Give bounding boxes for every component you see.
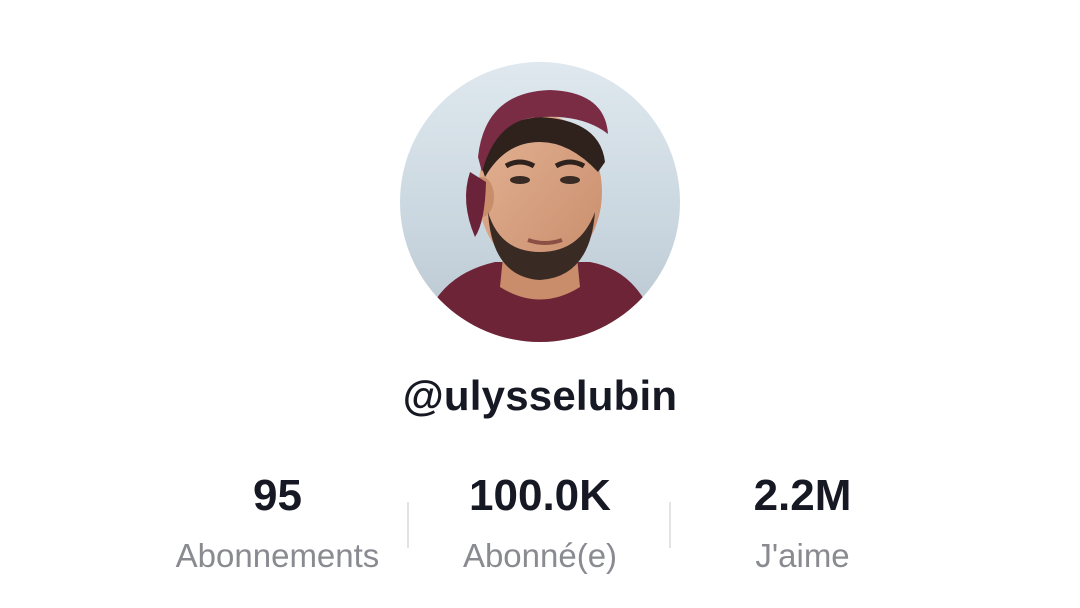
- stat-likes[interactable]: 2.2M J'aime: [690, 470, 915, 576]
- stat-divider: [669, 502, 671, 548]
- stat-divider: [407, 502, 409, 548]
- stat-following[interactable]: 95 Abonnements: [150, 470, 405, 576]
- likes-label: J'aime: [755, 537, 850, 574]
- likes-count: 2.2M: [753, 471, 852, 520]
- profile-username[interactable]: @ulysselubin: [0, 372, 1080, 420]
- profile-avatar[interactable]: [400, 62, 680, 342]
- followers-count: 100.0K: [469, 471, 611, 520]
- followers-label: Abonné(e): [462, 537, 618, 574]
- stat-followers[interactable]: 100.0K Abonné(e): [430, 470, 650, 576]
- following-label: Abonnements: [175, 537, 380, 574]
- avatar-image: [400, 62, 680, 342]
- following-count: 95: [253, 471, 302, 520]
